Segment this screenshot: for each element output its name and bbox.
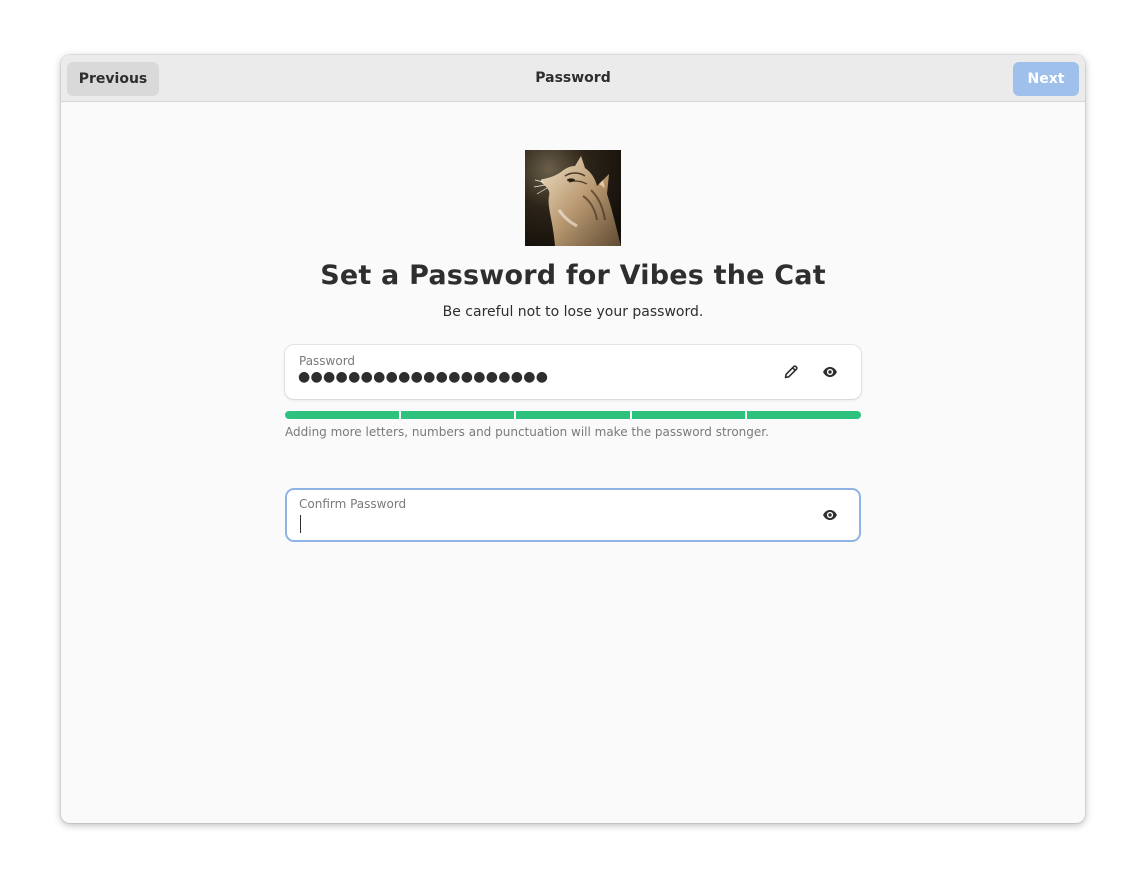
password-field-label: Password	[299, 354, 356, 368]
next-button[interactable]: Next	[1013, 62, 1079, 96]
eye-icon[interactable]	[818, 503, 842, 527]
next-button-label: Next	[1027, 71, 1065, 87]
text-cursor	[300, 515, 301, 533]
page-subheading: Be careful not to lose your password.	[442, 304, 704, 320]
page-title: Password	[535, 70, 611, 86]
strength-segment	[285, 411, 399, 419]
password-strength-hint: Adding more letters, numbers and punctua…	[285, 425, 769, 439]
password-strength-bar	[285, 411, 861, 419]
password-field[interactable]: Password ●●●●●●●●●●●●●●●●●●●●	[285, 345, 861, 399]
eye-icon[interactable]	[818, 360, 842, 384]
header-bar: Previous Password Next	[61, 55, 1085, 102]
avatar	[525, 150, 621, 246]
strength-segment	[516, 411, 630, 419]
confirm-password-field-label: Confirm Password	[299, 497, 407, 511]
password-field-value: ●●●●●●●●●●●●●●●●●●●●	[298, 369, 549, 385]
strength-segment	[400, 411, 515, 419]
pencil-icon[interactable]	[779, 360, 803, 384]
strength-segment	[747, 411, 861, 419]
setup-window: Previous Password Next Set a Password fo…	[61, 55, 1085, 823]
page-heading: Set a Password for Vibes the Cat	[320, 260, 826, 291]
strength-segment	[631, 411, 746, 419]
confirm-password-field[interactable]: Confirm Password	[285, 488, 861, 542]
